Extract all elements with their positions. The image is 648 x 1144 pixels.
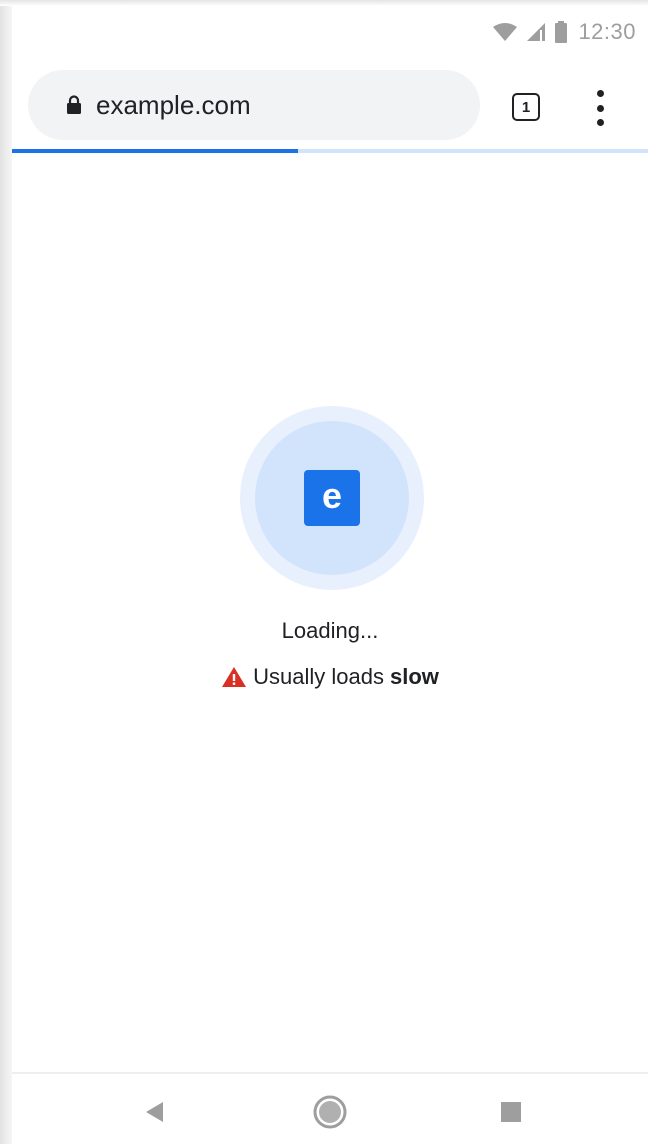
- wifi-icon: [492, 22, 518, 42]
- lock-icon[interactable]: [66, 95, 82, 115]
- warning-icon: [221, 666, 247, 688]
- cell-signal-icon: [526, 22, 546, 42]
- loading-text: Loading...: [281, 618, 379, 643]
- tab-switcher-button[interactable]: 1: [512, 93, 540, 121]
- status-time: 12:30: [578, 19, 636, 44]
- battery-icon: [554, 21, 568, 43]
- screen: 12:30 example.com 1 e Loading... Usually…: [12, 6, 648, 1144]
- progress-fill: [12, 149, 299, 153]
- slow-site-warning: Usually loads slow: [12, 664, 648, 690]
- menu-dot: [596, 119, 604, 126]
- recents-icon[interactable]: [493, 1094, 529, 1130]
- status-bar: 12:30: [12, 6, 648, 58]
- back-icon[interactable]: [136, 1094, 172, 1130]
- more-vert-icon[interactable]: [590, 90, 610, 126]
- device-bezel-left: [0, 0, 12, 1144]
- warning-text: Usually loads: [253, 664, 384, 689]
- home-icon[interactable]: [312, 1094, 348, 1130]
- browser-toolbar: example.com 1: [12, 66, 648, 150]
- menu-dot: [596, 90, 604, 97]
- tab-count: 1: [521, 98, 531, 116]
- url-text[interactable]: example.com: [96, 90, 251, 121]
- site-favicon: e: [304, 470, 360, 526]
- favicon-letter: e: [321, 475, 343, 516]
- system-navigation-bar: [12, 1072, 648, 1144]
- menu-dot: [596, 104, 604, 112]
- phone-frame: 12:30 example.com 1 e Loading... Usually…: [0, 0, 648, 1144]
- page-load-progress-bar: [12, 149, 648, 153]
- address-bar[interactable]: example.com: [28, 70, 480, 140]
- warning-emphasis: slow: [389, 664, 439, 689]
